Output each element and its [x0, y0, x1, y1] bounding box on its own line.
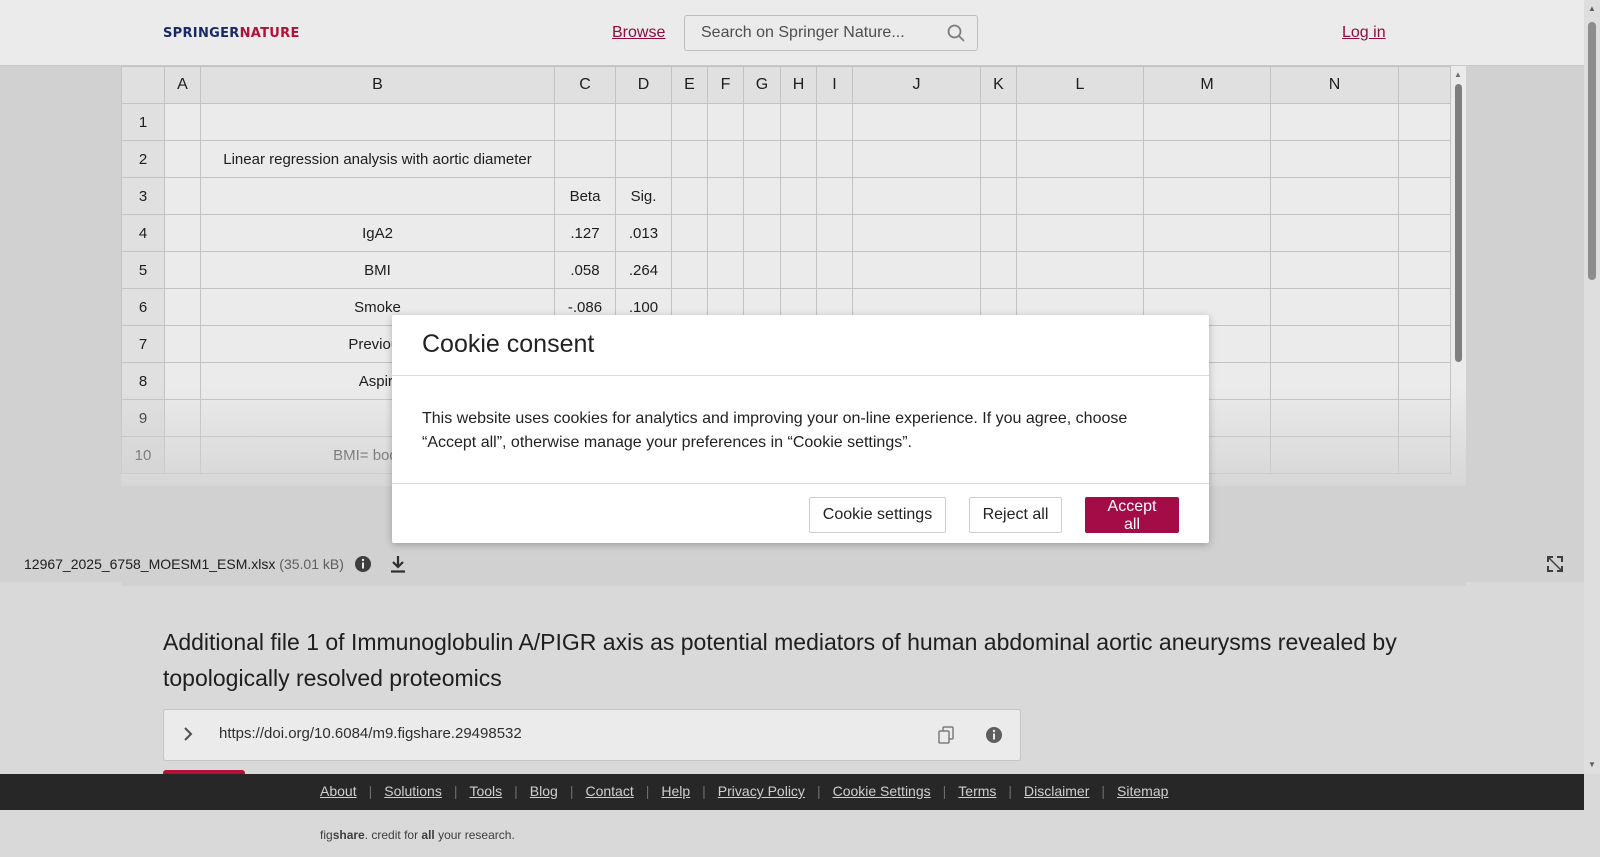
dialog-title: Cookie consent: [422, 330, 595, 358]
cookie-consent-dialog: Cookie consent This website uses cookies…: [392, 315, 1209, 543]
cookie-settings-button[interactable]: Cookie settings: [809, 497, 946, 533]
dialog-body: This website uses cookies for analytics …: [422, 410, 1128, 451]
modal-overlay: Cookie consent This website uses cookies…: [0, 0, 1600, 857]
dialog-divider: [392, 483, 1209, 484]
reject-all-button[interactable]: Reject all: [969, 497, 1062, 533]
accept-all-button[interactable]: Accept all: [1085, 497, 1179, 533]
